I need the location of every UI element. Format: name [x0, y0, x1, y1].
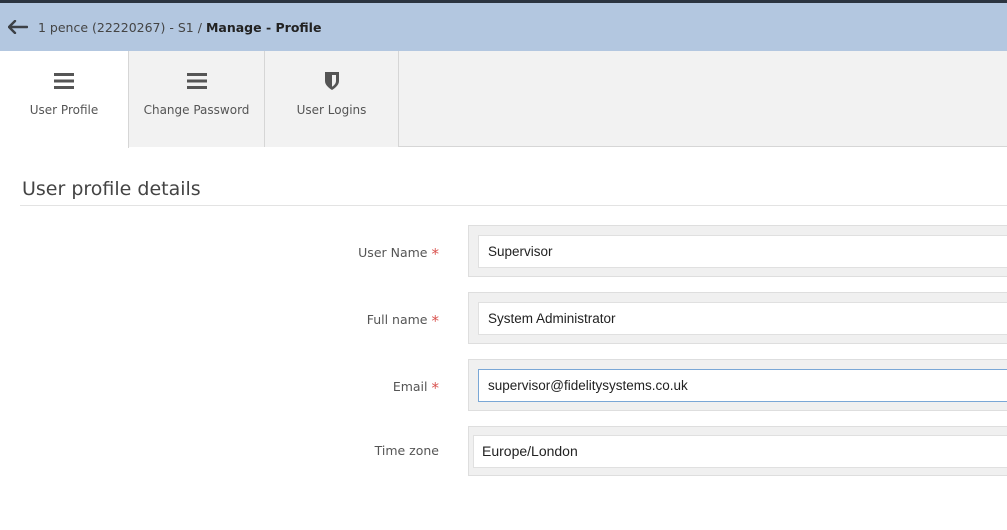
timezone-label: Time zone [374, 443, 439, 458]
fullname-input[interactable]: System Administrator [478, 302, 1007, 335]
breadcrumb-current: Manage - Profile [206, 20, 322, 35]
tab-label: User Profile [29, 103, 99, 117]
username-field-wrapper: Supervisor [468, 225, 1007, 277]
breadcrumb-parent[interactable]: 1 pence (22220267) - S1 [38, 20, 194, 35]
username-label: User Name * [358, 243, 440, 263]
required-marker: * [431, 312, 440, 330]
username-input[interactable]: Supervisor [478, 235, 1007, 268]
form-row-timezone: Time zone Europe/London [0, 426, 1007, 478]
section-divider [20, 205, 1007, 206]
tab-user-logins[interactable]: User Logins [265, 51, 399, 147]
page-header: 1 pence (22220267) - S1 / Manage - Profi… [0, 3, 1007, 51]
tab-change-password[interactable]: Change Password [129, 51, 265, 147]
required-marker: * [431, 245, 440, 263]
fullname-label: Full name * [366, 310, 440, 330]
breadcrumb-section: Manage [205, 19, 262, 35]
section-title: User profile details [22, 178, 201, 200]
back-arrow-icon[interactable] [8, 18, 30, 36]
required-marker: * [431, 379, 440, 397]
tab-user-profile[interactable]: User Profile [0, 51, 129, 148]
email-field-wrapper: supervisor@fidelitysystems.co.uk [468, 359, 1007, 411]
breadcrumb-separator: / [197, 19, 202, 35]
form-row-email: Email * supervisor@fidelitysystems.co.uk [0, 359, 1007, 411]
tab-label: Change Password [143, 103, 250, 117]
breadcrumb: 1 pence (22220267) - S1 / Manage - Profi… [38, 20, 321, 35]
shield-icon [324, 70, 339, 92]
fullname-field-wrapper: System Administrator [468, 292, 1007, 344]
email-label: Email * [392, 377, 440, 397]
form-row-username: User Name * Supervisor [0, 225, 1007, 277]
tab-label: User Logins [296, 103, 367, 117]
tab-bar: User Profile Change Password User Logins [0, 51, 1007, 148]
breadcrumb-page: Profile [275, 19, 322, 35]
hamburger-menu-icon [186, 70, 207, 92]
breadcrumb-current-separator: - [261, 19, 276, 35]
email-input[interactable]: supervisor@fidelitysystems.co.uk [478, 369, 1007, 402]
timezone-field-wrapper: Europe/London [468, 426, 1007, 476]
hamburger-menu-icon [54, 70, 74, 92]
form-row-fullname: Full name * System Administrator [0, 292, 1007, 344]
email-label-text: Email [392, 379, 428, 394]
fullname-label-text: Full name [366, 312, 428, 327]
timezone-select[interactable]: Europe/London [473, 435, 1007, 468]
username-label-text: User Name [358, 245, 428, 260]
